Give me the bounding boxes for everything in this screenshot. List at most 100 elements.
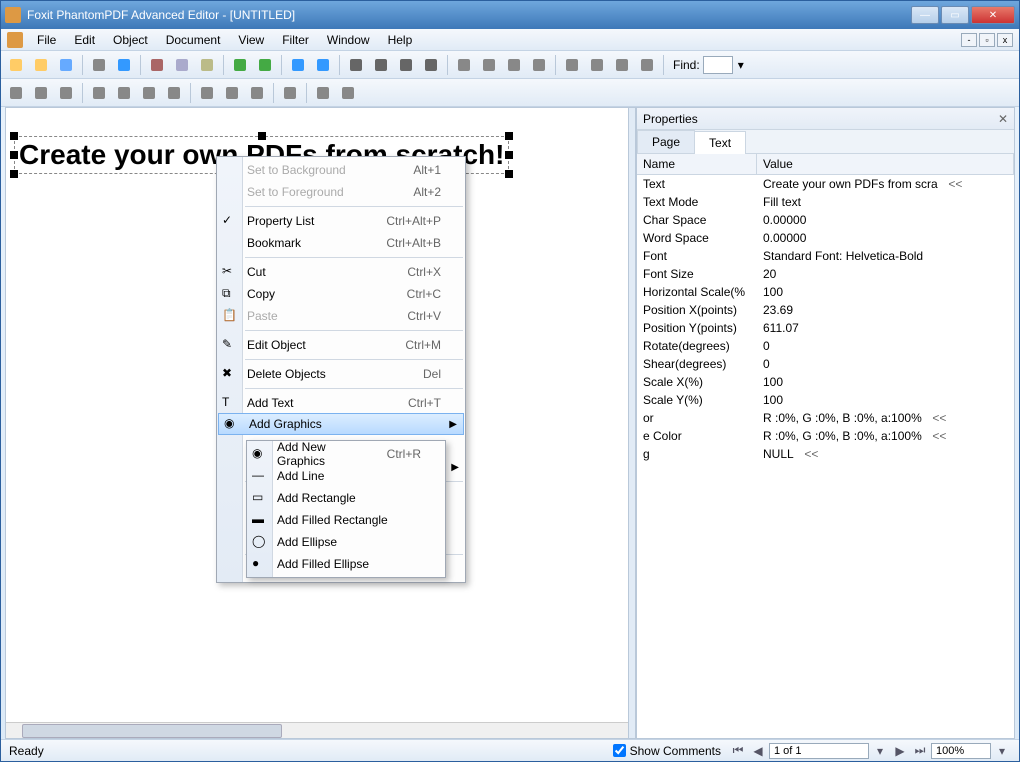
prop-row[interactable]: e ColorR :0%, G :0%, B :0%, a:100% << — [637, 427, 1014, 445]
prop-row[interactable]: Word Space0.00000 — [637, 229, 1014, 247]
frame1-button[interactable] — [561, 54, 583, 76]
sq3-button[interactable] — [163, 82, 185, 104]
prop-row[interactable]: Scale Y(%)100 — [637, 391, 1014, 409]
show-comments-checkbox[interactable]: Show Comments — [613, 744, 721, 758]
nav-next-icon[interactable]: ▶ — [891, 743, 909, 759]
print-button[interactable] — [88, 54, 110, 76]
zoomin-button[interactable] — [287, 54, 309, 76]
sq1-button[interactable] — [113, 82, 135, 104]
new-button[interactable] — [5, 54, 27, 76]
next-button[interactable] — [395, 54, 417, 76]
prop-row[interactable]: Horizontal Scale(%100 — [637, 283, 1014, 301]
ctx-add-text[interactable]: TAdd TextCtrl+T — [217, 392, 465, 414]
sub-add-filled-rectangle[interactable]: ▬Add Filled Rectangle — [247, 509, 445, 531]
maximize-button[interactable]: ▭ — [941, 6, 969, 24]
zoom-dropdown-icon[interactable]: ▾ — [993, 743, 1011, 759]
nav-first-icon[interactable]: ⏮ — [729, 743, 747, 759]
sel1-button[interactable] — [196, 82, 218, 104]
prop-row[interactable]: FontStandard Font: Helvetica-Bold — [637, 247, 1014, 265]
sub-add-new-graphics[interactable]: ◉Add New GraphicsCtrl+R — [247, 443, 445, 465]
bars-button[interactable] — [528, 54, 550, 76]
zoom-indicator[interactable]: 100% — [931, 743, 991, 759]
sub-add-rectangle[interactable]: ▭Add Rectangle — [247, 487, 445, 509]
prop-row[interactable]: Rotate(degrees)0 — [637, 337, 1014, 355]
info-button[interactable] — [113, 54, 135, 76]
menu-object[interactable]: Object — [105, 31, 156, 49]
circle-button[interactable] — [636, 54, 658, 76]
more-icon[interactable]: << — [926, 429, 947, 443]
ctx-cut[interactable]: ✂CutCtrl+X — [217, 261, 465, 283]
page-indicator[interactable]: 1 of 1 — [769, 743, 869, 759]
ctx-delete-objects[interactable]: ✖Delete ObjectsDel — [217, 363, 465, 385]
ctx-copy[interactable]: ⧉CopyCtrl+C — [217, 283, 465, 305]
frame2-button[interactable] — [586, 54, 608, 76]
more-icon[interactable]: << — [926, 411, 947, 425]
menu-view[interactable]: View — [230, 31, 272, 49]
textframe-button[interactable] — [611, 54, 633, 76]
first-button[interactable] — [345, 54, 367, 76]
mdi-close-button[interactable]: x — [997, 33, 1013, 47]
sub-add-filled-ellipse[interactable]: ●Add Filled Ellipse — [247, 553, 445, 575]
ctx-property-list[interactable]: ✓Property ListCtrl+Alt+P — [217, 210, 465, 232]
nav-prev-icon[interactable]: ◀ — [749, 743, 767, 759]
show-comments-input[interactable] — [613, 744, 626, 757]
nav-last-icon[interactable]: ⏭ — [911, 743, 929, 759]
more-icon[interactable]: << — [942, 177, 963, 191]
undo-button[interactable] — [229, 54, 251, 76]
sub-add-line[interactable]: —Add Line — [247, 465, 445, 487]
properties-close-icon[interactable]: ✕ — [998, 112, 1008, 126]
tab-text[interactable]: Text — [694, 131, 746, 154]
prop-row[interactable]: TextCreate your own PDFs from scra << — [637, 175, 1014, 193]
dd2-button[interactable] — [337, 82, 359, 104]
tab-page[interactable]: Page — [637, 130, 695, 153]
mdi-minimize-button[interactable]: - — [961, 33, 977, 47]
del-button[interactable] — [279, 82, 301, 104]
paste-button[interactable] — [196, 54, 218, 76]
sq2-button[interactable] — [138, 82, 160, 104]
cut-button[interactable] — [146, 54, 168, 76]
layer-button[interactable] — [55, 82, 77, 104]
copy-button[interactable] — [171, 54, 193, 76]
prop-row[interactable]: Font Size20 — [637, 265, 1014, 283]
last-button[interactable] — [420, 54, 442, 76]
prop-row[interactable]: Char Space0.00000 — [637, 211, 1014, 229]
prop-row[interactable]: gNULL << — [637, 445, 1014, 463]
text-tool-button[interactable] — [5, 82, 27, 104]
more-icon[interactable]: << — [798, 447, 819, 461]
dd-button[interactable] — [88, 82, 110, 104]
prop-row[interactable]: Position X(points)23.69 — [637, 301, 1014, 319]
cross-button[interactable] — [503, 54, 525, 76]
prop-row[interactable]: Position Y(points)611.07 — [637, 319, 1014, 337]
ctx-bookmark[interactable]: BookmarkCtrl+Alt+B — [217, 232, 465, 254]
grid2-button[interactable] — [478, 54, 500, 76]
minimize-button[interactable]: — — [911, 6, 939, 24]
horizontal-scrollbar[interactable] — [6, 722, 628, 738]
redo-button[interactable] — [254, 54, 276, 76]
prev-button[interactable] — [370, 54, 392, 76]
prop-row[interactable]: orR :0%, G :0%, B :0%, a:100% << — [637, 409, 1014, 427]
page-dropdown-icon[interactable]: ▾ — [871, 743, 889, 759]
mdi-restore-button[interactable]: ▫ — [979, 33, 995, 47]
ctx-add-graphics[interactable]: ◉Add Graphics▶ — [218, 413, 464, 435]
find-input[interactable] — [703, 56, 733, 74]
menu-document[interactable]: Document — [158, 31, 229, 49]
add-button[interactable] — [312, 82, 334, 104]
sel3-button[interactable] — [246, 82, 268, 104]
document-canvas[interactable]: Create your own PDFs from scratch! Set t… — [6, 108, 628, 738]
ctx-edit-object[interactable]: ✎Edit ObjectCtrl+M — [217, 334, 465, 356]
splitter[interactable] — [628, 108, 636, 738]
zoomout-button[interactable] — [312, 54, 334, 76]
save-button[interactable] — [55, 54, 77, 76]
sel2-button[interactable] — [221, 82, 243, 104]
menu-help[interactable]: Help — [380, 31, 421, 49]
find-dropdown-icon[interactable]: ▾ — [738, 58, 744, 72]
prop-row[interactable]: Text ModeFill text — [637, 193, 1014, 211]
circle-tool-button[interactable] — [30, 82, 52, 104]
grid1-button[interactable] — [453, 54, 475, 76]
prop-row[interactable]: Shear(degrees)0 — [637, 355, 1014, 373]
menu-window[interactable]: Window — [319, 31, 378, 49]
menu-edit[interactable]: Edit — [66, 31, 103, 49]
menu-filter[interactable]: Filter — [274, 31, 317, 49]
open-button[interactable] — [30, 54, 52, 76]
prop-row[interactable]: Scale X(%)100 — [637, 373, 1014, 391]
